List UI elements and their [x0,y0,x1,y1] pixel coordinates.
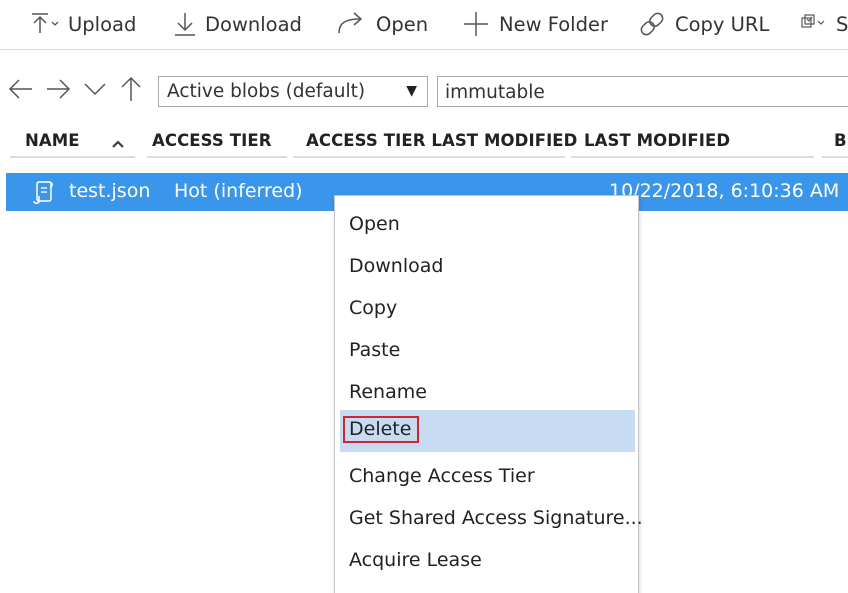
menu-item-label: Download [349,255,444,277]
menu-item-label: Get Shared Access Signature... [349,507,643,529]
column-divider [571,156,814,158]
menu-item-rename[interactable]: Rename [340,372,635,414]
select-all-icon [800,12,832,36]
search-input[interactable] [445,79,825,105]
plus-icon [461,10,491,38]
link-icon [637,9,667,39]
search-box[interactable] [437,76,848,107]
arrow-up-icon [120,76,142,106]
column-header-access-tier[interactable]: ACCESS TIER [152,131,272,150]
column-header-access-tier-last-modified[interactable]: ACCESS TIER LAST MODIFIED [306,131,577,150]
forward-button[interactable] [45,78,71,104]
sort-ascending-icon[interactable] [111,134,125,153]
column-header-last-modified[interactable]: LAST MODIFIED [584,131,730,150]
copy-url-label: Copy URL [675,12,770,36]
upload-icon [30,11,60,37]
column-divider [293,156,565,158]
menu-item-label: Delete [343,416,420,443]
menu-item-label: Acquire Lease [349,549,482,571]
open-icon [336,11,368,37]
up-button[interactable] [118,76,144,106]
recent-locations-button[interactable] [82,78,108,104]
download-label: Download [205,12,302,36]
back-button[interactable] [8,78,34,104]
caret-down-icon: ▼ [406,83,417,99]
new-folder-button[interactable]: New Folder [461,8,608,40]
menu-item-label: Open [349,213,400,235]
upload-button[interactable]: Upload [30,8,136,40]
open-button[interactable]: Open [336,8,428,40]
blob-filter-dropdown[interactable]: Active blobs (default) ▼ [158,76,428,107]
menu-item-delete[interactable]: Delete [340,410,635,452]
download-button[interactable]: Download [173,8,302,40]
column-divider [822,156,848,158]
menu-item-acquire-lease[interactable]: Acquire Lease [340,540,635,582]
upload-label: Upload [68,12,137,36]
select-button[interactable]: S [800,8,848,40]
last-modified-value: 10/22/2018, 6:10:36 AM [609,180,840,202]
menu-item-download[interactable]: Download [340,246,635,288]
blob-filter-value: Active blobs (default) [167,81,366,102]
menu-item-label: Change Access Tier [349,465,535,487]
select-label: S [836,12,848,36]
menu-item-copy[interactable]: Copy [340,288,635,330]
column-header-blob-type[interactable]: BL [834,131,848,150]
copy-url-button[interactable]: Copy URL [637,8,769,40]
open-label: Open [376,12,429,36]
access-tier-value: Hot (inferred) [174,180,303,202]
file-icon [32,179,56,209]
new-folder-label: New Folder [499,12,608,36]
column-divider [147,156,287,158]
context-menu: Open Download Copy Paste Rename Delete C… [334,195,643,593]
column-divider [10,156,135,158]
menu-item-get-shared-access-signature[interactable]: Get Shared Access Signature... [340,498,643,540]
download-icon [173,10,197,38]
toolbar: Upload Download Open New Folder Copy URL… [0,0,848,50]
arrow-left-icon [8,78,34,104]
chevron-down-icon [83,81,107,101]
menu-item-paste[interactable]: Paste [340,330,635,372]
menu-item-label: Copy [349,297,398,319]
menu-item-open[interactable]: Open [340,204,635,246]
file-name: test.json [69,180,151,202]
arrow-right-icon [45,78,71,104]
menu-item-change-access-tier[interactable]: Change Access Tier [340,456,635,498]
column-header-name[interactable]: NAME [25,131,80,150]
menu-item-label: Rename [349,381,427,403]
menu-item-label: Paste [349,339,401,361]
